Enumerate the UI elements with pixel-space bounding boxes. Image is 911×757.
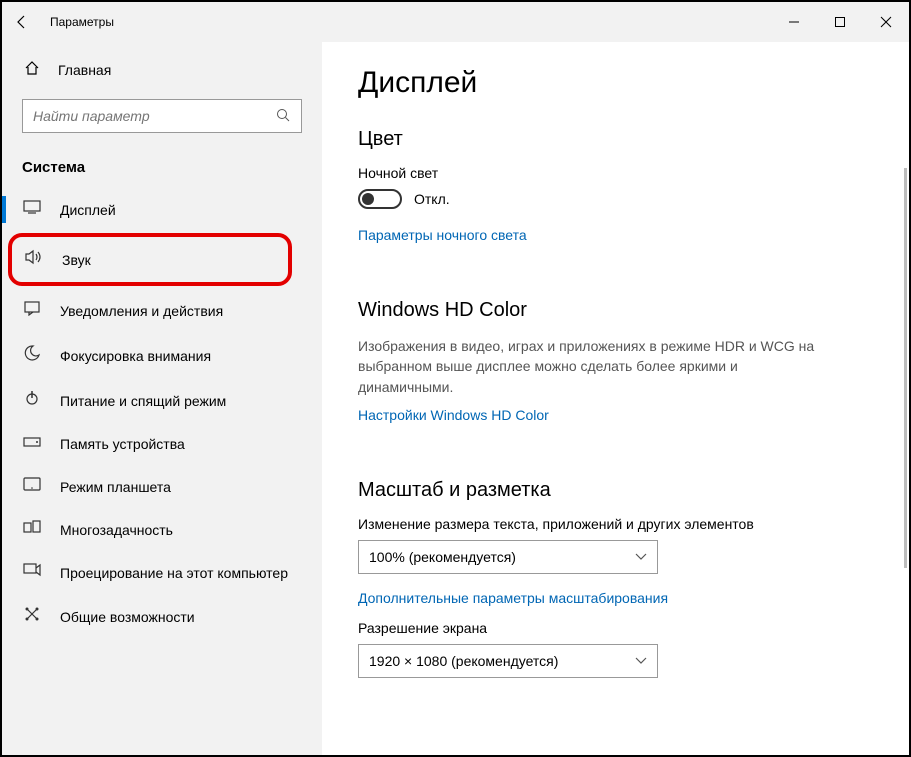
sidebar-item-display[interactable]: Дисплей: [2, 188, 322, 231]
main-content: Дисплей Цвет Ночной свет Откл. Параметры…: [322, 42, 909, 755]
tablet-icon: [22, 477, 42, 496]
chevron-down-icon: [635, 654, 647, 668]
close-button[interactable]: [863, 2, 909, 42]
nightlight-label: Ночной свет: [358, 165, 865, 181]
window-title: Параметры: [42, 15, 771, 29]
home-link[interactable]: Главная: [2, 50, 322, 89]
section-color: Цвет: [358, 128, 865, 151]
projection-icon: [22, 563, 42, 582]
sidebar: Главная Система Дисплей З: [2, 42, 322, 755]
sidebar-item-label: Память устройства: [60, 436, 185, 452]
shared-icon: [22, 606, 42, 627]
storage-icon: [22, 435, 42, 453]
sidebar-item-label: Дисплей: [60, 202, 116, 218]
scale-extra-link[interactable]: Дополнительные параметры масштабирования: [358, 590, 865, 606]
nightlight-toggle[interactable]: [358, 189, 402, 209]
section-scale: Масштаб и разметка: [358, 479, 865, 502]
hdcolor-settings-link[interactable]: Настройки Windows HD Color: [358, 407, 865, 423]
resolution-value: 1920 × 1080 (рекомендуется): [369, 653, 558, 669]
toggle-state-label: Откл.: [414, 191, 450, 207]
home-icon: [22, 60, 42, 79]
sidebar-item-notifications[interactable]: Уведомления и действия: [2, 288, 322, 333]
search-input[interactable]: [33, 108, 271, 124]
sidebar-item-label: Многозадачность: [60, 522, 173, 538]
display-icon: [22, 200, 42, 219]
minimize-button[interactable]: [771, 2, 817, 42]
toggle-knob: [362, 193, 374, 205]
scale-value: 100% (рекомендуется): [369, 549, 516, 565]
page-title: Дисплей: [358, 66, 865, 100]
sidebar-item-label: Проецирование на этот компьютер: [60, 565, 288, 581]
notifications-icon: [22, 300, 42, 321]
maximize-button[interactable]: [817, 2, 863, 42]
sound-icon: [24, 249, 44, 270]
nightlight-settings-link[interactable]: Параметры ночного света: [358, 227, 865, 243]
sidebar-item-label: Звук: [62, 252, 91, 268]
category-label: Система: [2, 143, 322, 188]
sidebar-item-tablet[interactable]: Режим планшета: [2, 465, 322, 508]
scale-dropdown[interactable]: 100% (рекомендуется): [358, 540, 658, 574]
sidebar-item-label: Фокусировка внимания: [60, 348, 211, 364]
sidebar-item-sound[interactable]: Звук: [8, 233, 292, 286]
home-label: Главная: [58, 62, 111, 78]
sidebar-item-storage[interactable]: Память устройства: [2, 423, 322, 465]
sidebar-item-focus[interactable]: Фокусировка внимания: [2, 333, 322, 378]
power-icon: [22, 390, 42, 411]
resolution-dropdown[interactable]: 1920 × 1080 (рекомендуется): [358, 644, 658, 678]
sidebar-item-label: Питание и спящий режим: [60, 393, 226, 409]
resolution-label: Разрешение экрана: [358, 620, 865, 636]
section-hdcolor: Windows HD Color: [358, 299, 865, 322]
sidebar-item-power[interactable]: Питание и спящий режим: [2, 378, 322, 423]
scale-label: Изменение размера текста, приложений и д…: [358, 516, 865, 532]
sidebar-item-label: Общие возможности: [60, 609, 195, 625]
back-button[interactable]: [2, 2, 42, 42]
sidebar-item-shared[interactable]: Общие возможности: [2, 594, 322, 639]
sidebar-item-multitask[interactable]: Многозадачность: [2, 508, 322, 551]
sidebar-item-projection[interactable]: Проецирование на этот компьютер: [2, 551, 322, 594]
search-box[interactable]: [22, 99, 302, 133]
multitask-icon: [22, 520, 42, 539]
hdcolor-description: Изображения в видео, играх и приложениях…: [358, 336, 828, 397]
chevron-down-icon: [635, 550, 647, 564]
search-icon: [271, 108, 295, 125]
sidebar-item-label: Уведомления и действия: [60, 303, 223, 319]
scrollbar[interactable]: [904, 168, 907, 568]
sidebar-item-label: Режим планшета: [60, 479, 171, 495]
focus-icon: [22, 345, 42, 366]
